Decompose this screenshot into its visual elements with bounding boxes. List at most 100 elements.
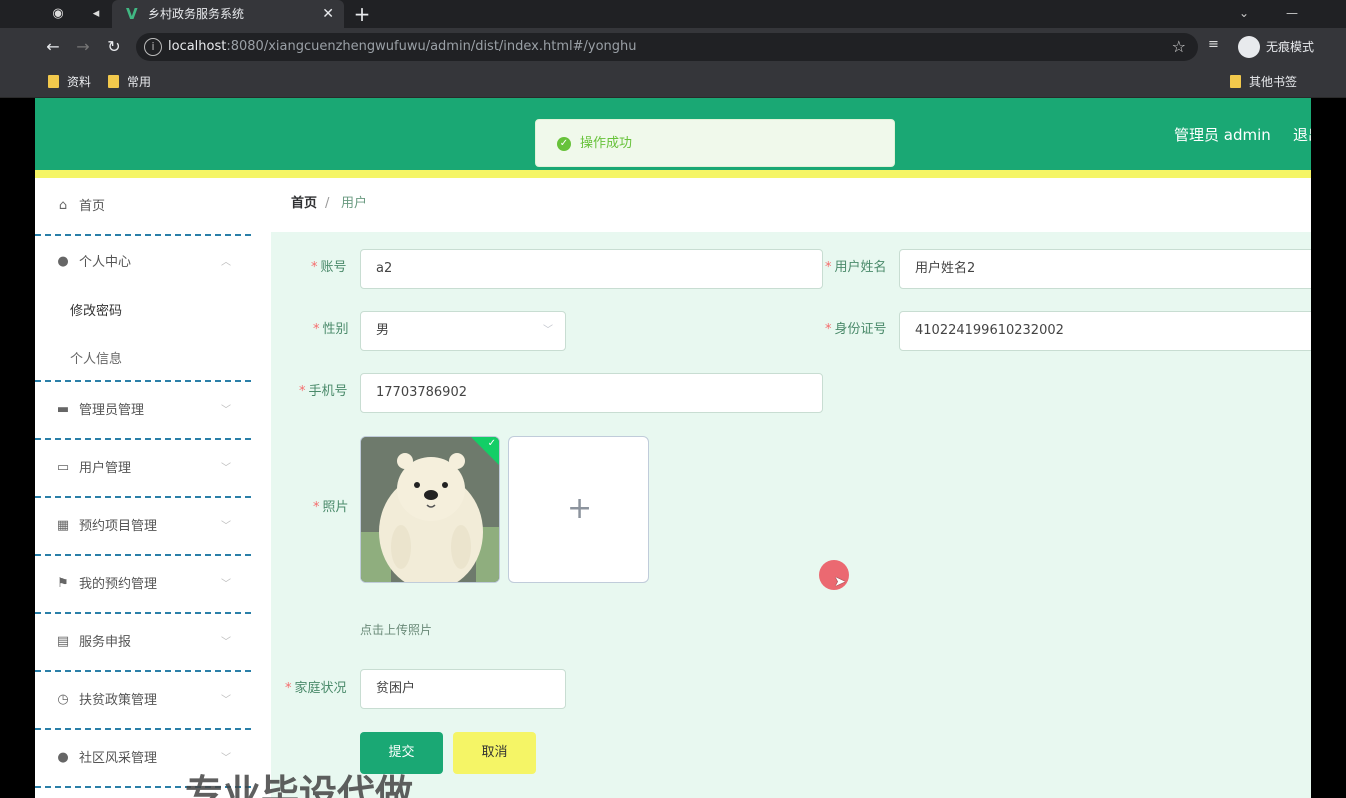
minimize-icon[interactable]: — — [1280, 3, 1304, 23]
grid-icon: ▦ — [56, 518, 70, 533]
incognito-label: 无痕模式 — [1266, 40, 1315, 54]
url-text: localhost:8080/xiangcuenzhengwufuwu/admi… — [168, 39, 637, 54]
sidebar-item-label: 个人中心 — [79, 255, 132, 270]
phone-input[interactable]: 17703786902 — [360, 373, 823, 413]
id-number-input[interactable]: 410224199610232002 — [899, 311, 1311, 351]
mouse-pointer-icon: ➤ — [834, 574, 846, 590]
check-icon: ✓ — [487, 438, 496, 449]
current-user: 管理员 admin — [1174, 126, 1271, 144]
site-info-icon[interactable]: i — [144, 38, 162, 56]
bookmark-folder-ziliao[interactable]: 资料 — [48, 73, 91, 91]
address-bar[interactable]: i localhost:8080/xiangcuenzhengwufuwu/ad… — [136, 33, 1198, 61]
family-status-input[interactable]: 贫困户 — [360, 669, 566, 709]
app-header: ✓ 操作成功 管理员 admin 退出 — [35, 98, 1311, 170]
sidebar-item-booking-projects[interactable]: ▦ 预约项目管理 ﹀ — [35, 498, 251, 556]
chevron-down-icon[interactable]: ⌄ — [1232, 3, 1256, 23]
user-icon: ● — [57, 254, 69, 269]
reload-icon[interactable]: ↻ — [103, 37, 125, 57]
sidebar-item-home[interactable]: ⌂ 首页 — [35, 178, 251, 236]
check-circle-icon: ✓ — [557, 137, 571, 151]
sidebar-item-label: 预约项目管理 — [79, 519, 158, 534]
sidebar-item-personal-center[interactable]: ● 个人中心 ︿ — [35, 234, 251, 292]
user-icon: ● — [57, 750, 69, 765]
watermark-text: 专业毕设代做 — [185, 772, 414, 798]
sidebar-item-label: 扶贫政策管理 — [79, 693, 158, 708]
id-number-label: * 身份证号 — [825, 322, 887, 337]
sidebar: ⌂ 首页 ● 个人中心 ︿ 修改密码 个人信息 ▬ 管理员管理 ﹀ ▭ 用户管理 — [35, 178, 251, 798]
incognito-icon[interactable] — [1238, 36, 1260, 58]
vue-logo-icon: V — [126, 5, 138, 23]
sidebar-item-label: 社区风采管理 — [79, 751, 158, 766]
clock-icon: ◷ — [57, 692, 69, 707]
uploaded-photo[interactable]: ✓ — [360, 436, 500, 583]
new-tab-button[interactable]: + — [350, 2, 374, 26]
folder-icon — [48, 75, 59, 88]
sidebar-item-service-declaration[interactable]: ▤ 服务申报 ﹀ — [35, 614, 251, 672]
submit-button[interactable]: 提交 — [360, 732, 443, 774]
sidebar-item-users[interactable]: ▭ 用户管理 ﹀ — [35, 440, 251, 498]
chevron-down-icon: ﹀ — [543, 325, 553, 336]
gender-label: * 性别 — [313, 322, 349, 337]
sidebar-item-personal-info[interactable]: 个人信息 — [35, 334, 251, 382]
name-input[interactable]: 用户姓名2 — [899, 249, 1311, 289]
family-status-label: * 家庭状况 — [285, 681, 347, 696]
home-icon: ⌂ — [58, 198, 68, 213]
sidebar-item-admin[interactable]: ▬ 管理员管理 ﹀ — [35, 382, 251, 440]
bookmark-folder-other[interactable]: 其他书签 — [1230, 73, 1297, 91]
chevron-down-icon: ﹀ — [221, 695, 231, 706]
chevron-down-icon: ﹀ — [221, 521, 231, 532]
chat-icon: ▭ — [56, 460, 70, 475]
photo-upload-button[interactable]: + — [508, 436, 649, 583]
phone-label: * 手机号 — [299, 384, 348, 399]
account-label: * 账号 — [311, 260, 347, 275]
sidebar-item-change-password[interactable]: 修改密码 — [35, 286, 251, 336]
main-content: 首页 / 用户 * 账号 a2 * 用户姓名 用户姓名2 * 性别 男 ﹀ * 身份证号 — [271, 178, 1311, 798]
bookmark-star-icon[interactable]: ☆ — [1172, 37, 1186, 57]
forward-icon[interactable]: → — [72, 37, 94, 57]
header-accent-strip — [35, 170, 1311, 178]
flag-icon: ⚑ — [57, 576, 69, 591]
card-icon: ▤ — [56, 634, 70, 649]
tab-title: 乡村政务服务系统 — [148, 7, 245, 21]
sidebar-item-label: 服务申报 — [79, 635, 132, 650]
account-input[interactable]: a2 — [360, 249, 823, 289]
chevron-down-icon: ﹀ — [221, 463, 231, 474]
bookmarks-bar: 资料 常用 其他书签 — [0, 66, 1346, 98]
sidebar-item-label: 用户管理 — [79, 461, 132, 476]
sidebar-item-label: 首页 — [79, 199, 106, 214]
sidebar-item-label: 我的预约管理 — [79, 577, 158, 592]
logout-link[interactable]: 退出 — [1293, 124, 1311, 146]
polar-bear-image — [361, 437, 499, 582]
chevron-down-icon: ﹀ — [221, 579, 231, 590]
bookmark-folder-changyong[interactable]: 常用 — [108, 73, 151, 91]
plus-icon: + — [567, 491, 593, 526]
tab-audio-icon[interactable]: ◂ — [86, 4, 106, 24]
chevron-down-icon: ﹀ — [221, 405, 231, 416]
chevron-up-icon: ︿ — [221, 257, 231, 268]
chevron-down-icon: ﹀ — [221, 637, 231, 648]
folder-icon — [1230, 75, 1241, 88]
screen: ◉ ◂ V 乡村政务服务系统 ✕ + ⌄ — ← → ↻ i localhost… — [0, 0, 1346, 798]
user-form: * 账号 a2 * 用户姓名 用户姓名2 * 性别 男 ﹀ * 身份证号 4102241… — [271, 232, 1311, 798]
breadcrumb: 首页 / 用户 — [271, 178, 1311, 232]
back-icon[interactable]: ← — [42, 37, 64, 57]
name-label: * 用户姓名 — [825, 260, 887, 275]
reading-list-icon[interactable]: ≡ — [1208, 37, 1219, 52]
browser-menu-icon[interactable]: ◉ — [48, 4, 68, 24]
sidebar-item-my-bookings[interactable]: ⚑ 我的预约管理 ﹀ — [35, 556, 251, 614]
gender-select-value: 男 — [376, 323, 390, 338]
close-tab-icon[interactable]: ✕ — [322, 4, 334, 24]
gender-select[interactable]: 男 ﹀ — [360, 311, 566, 351]
browser-toolbar: ← → ↻ i localhost:8080/xiangcuenzhengwuf… — [0, 28, 1346, 66]
browser-tab-bar: ◉ ◂ V 乡村政务服务系统 ✕ + ⌄ — — [0, 0, 1346, 28]
toast-message: 操作成功 — [580, 136, 633, 151]
browser-tab-active[interactable]: V 乡村政务服务系统 ✕ — [112, 0, 344, 28]
success-toast: ✓ 操作成功 — [535, 119, 895, 167]
sidebar-item-poverty-policy[interactable]: ◷ 扶贫政策管理 ﹀ — [35, 672, 251, 730]
breadcrumb-home[interactable]: 首页 — [291, 194, 317, 214]
sidebar-item-label: 修改密码 — [70, 304, 123, 319]
breadcrumb-separator: / — [325, 196, 330, 211]
photo-label: * 照片 — [313, 500, 349, 515]
app-page: ✓ 操作成功 管理员 admin 退出 ⌂ 首页 ● 个人中心 ︿ 修改密码 个… — [35, 98, 1311, 798]
cancel-button[interactable]: 取消 — [453, 732, 536, 774]
